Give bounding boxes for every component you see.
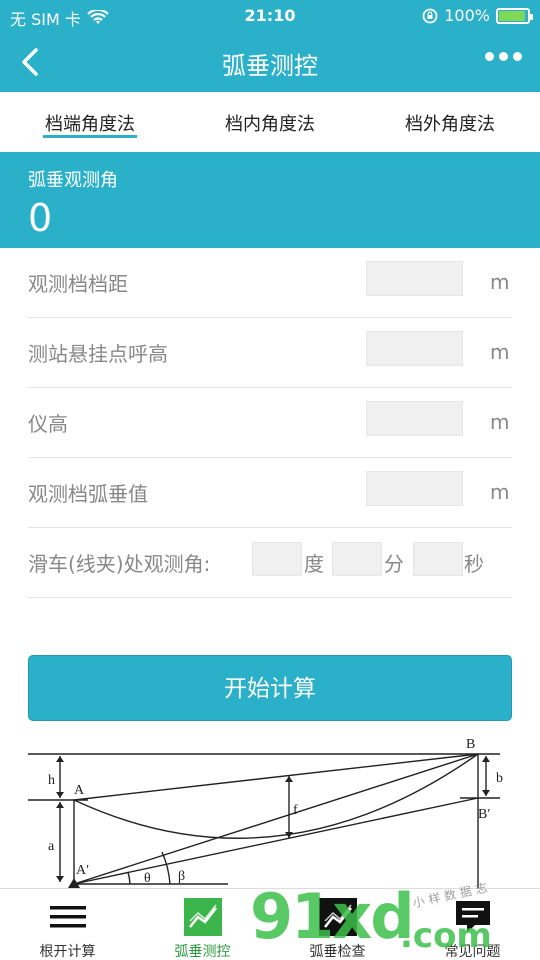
diagram-beta-arc [161,851,171,885]
more-dot [485,52,494,61]
height-input[interactable] [366,331,463,366]
angle-minute-input[interactable] [332,542,382,576]
bottom-tab-label: 根开计算 [39,944,96,960]
arrow-head [56,792,64,798]
status-bar: 无 SIM 卡 21:10 100% [0,0,540,32]
degree-unit: 度 [304,552,324,576]
page-title: 弧垂测控 [222,52,318,80]
span-label: 观测档档距 [28,272,128,296]
input-form: 观测档档距 m 测站悬挂点呼高 m 仪高 m 观测档弧垂值 m 滑车(线夹)处观… [28,248,512,598]
diagram-label-Aprime: A′ [76,863,89,878]
sag-input[interactable] [366,471,463,506]
height-unit: m [490,340,510,364]
bottom-tab-label: 弧垂检查 [309,944,366,960]
height-label: 测站悬挂点呼高 [28,342,168,366]
bottom-tab-faq[interactable]: 常见问题 [405,889,540,960]
diagram-label-B: B [466,737,475,752]
tab-end-angle[interactable]: 档端角度法 [0,92,180,152]
status-right: 100% [422,6,533,25]
sag-diagram: B h A f b B′ a A′ θ β [28,737,503,888]
diagram-label-b: b [496,771,503,786]
battery-percent: 100% [444,6,490,25]
more-dot [513,52,522,61]
span-unit: m [490,270,510,294]
arrow-head [56,802,64,808]
form-row-span: 观测档档距 m [28,248,512,318]
menu-icon [49,906,86,928]
second-unit: 秒 [464,552,484,576]
chart-line-icon [183,898,222,936]
tab-label: 档端角度法 [45,114,135,135]
tab-label: 档外角度法 [405,114,495,135]
method-tabs: 档端角度法 档内角度法 档外角度法 [0,92,540,152]
diagram-label-beta: β [178,869,185,884]
bottom-tab-sag-control[interactable]: 弧垂测控 [135,889,270,960]
bottom-tab-root-calc[interactable]: 根开计算 [0,889,135,960]
diagram-sight-line-2 [73,797,479,885]
diagram-sight-line [73,753,479,885]
sag-label: 观测档弧垂值 [28,482,148,506]
form-row-height: 测站悬挂点呼高 m [28,318,512,388]
bottom-tab-label: 常见问题 [444,944,501,960]
diagram-label-A: A [74,783,85,798]
tab-label: 档内角度法 [225,114,315,135]
angle-degree-input[interactable] [252,542,302,576]
instrument-input[interactable] [366,401,463,436]
arrow-head [56,876,64,882]
form-row-sag: 观测档弧垂值 m [28,458,512,528]
form-row-angle: 滑车(线夹)处观测角: 度 分 秒 [28,528,512,598]
result-value: 0 [28,196,53,240]
bottom-tab-sag-check[interactable]: 弧垂检查 [270,889,405,960]
more-dot [499,52,508,61]
chart-check-icon [318,898,357,936]
arrow-head [285,776,293,782]
diagram-label-h: h [48,773,55,788]
sag-unit: m [490,480,510,504]
diagram-theta-arc [127,871,131,885]
diagram-ab-line [73,753,479,801]
tab-outer-angle[interactable]: 档外角度法 [360,92,540,152]
result-label: 弧垂观测角 [28,170,118,191]
arrow-head [482,756,490,762]
battery-icon [496,7,533,24]
more-options-icon[interactable] [485,52,522,61]
tab-active-underline [43,135,137,138]
diagram-sag-curve [73,753,479,839]
instrument-unit: m [490,410,510,434]
arrow-head [56,756,64,762]
bottom-tab-bar: 根开计算 弧垂测控 弧垂检查 常见问题 [0,888,540,960]
result-panel: 弧垂观测角 0 [0,152,540,248]
arrow-head [482,790,490,796]
diagram-label-Bprime: B′ [478,807,490,822]
angle-second-input[interactable] [413,542,463,576]
rotation-lock-icon [422,8,438,23]
diagram-label-a: a [48,839,55,854]
diagram-label-f: f [293,803,298,818]
diagram-label-theta: θ [144,871,151,886]
span-input[interactable] [366,261,463,296]
instrument-label: 仪高 [28,412,68,436]
minute-unit: 分 [384,552,404,576]
start-calculation-button[interactable]: 开始计算 [28,655,512,721]
form-row-instrument: 仪高 m [28,388,512,458]
nav-bar: 弧垂测控 [0,32,540,92]
bottom-tab-label: 弧垂测控 [174,944,231,960]
chat-bubble-icon [455,901,490,933]
angle-label: 滑车(线夹)处观测角: [28,552,211,576]
tab-inner-angle[interactable]: 档内角度法 [180,92,360,152]
battery-fill [499,10,525,21]
